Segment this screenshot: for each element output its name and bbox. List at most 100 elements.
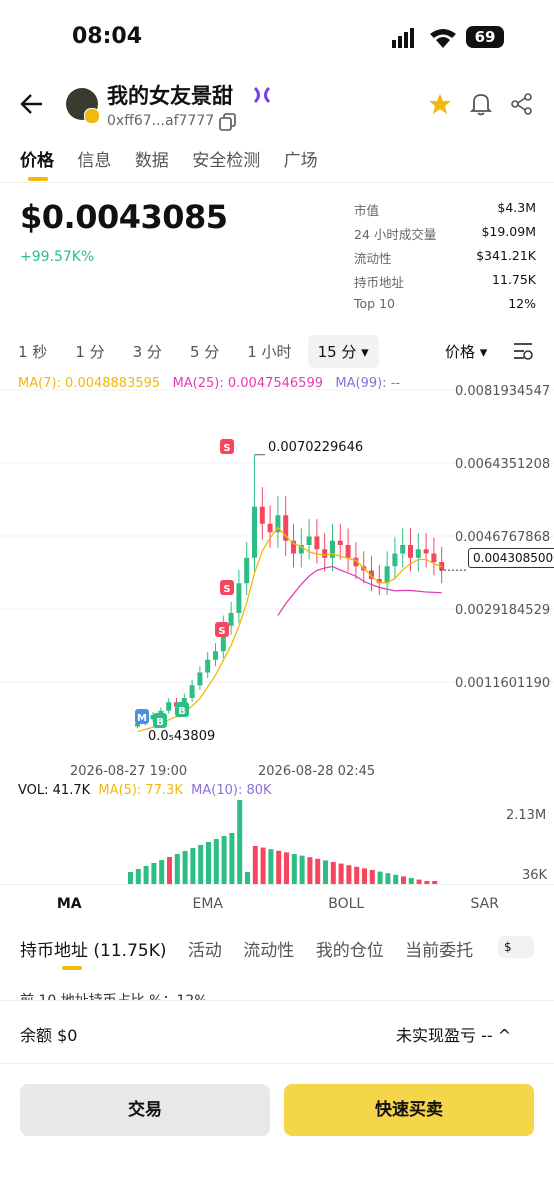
tab-holders[interactable]: 持币地址 (11.75K) (20, 941, 166, 961)
x-axis-label: 2026-08-28 02:45 (258, 764, 376, 779)
chart-mode-dropdown[interactable]: 价格 ▾ (445, 341, 487, 362)
stat-value: $19.09M (481, 224, 536, 239)
price-change: +99.57K% (20, 249, 95, 265)
back-arrow-icon[interactable] (20, 93, 44, 115)
y-axis-label: 0.0081934547 (455, 384, 551, 399)
volume-chart (128, 800, 438, 884)
unrealized-pnl[interactable]: 未实现盈亏 -- ^ (396, 1022, 511, 1046)
volume-bar (393, 874, 399, 884)
favorite-star-icon[interactable] (428, 93, 452, 115)
trade-marker-label: S (223, 443, 230, 454)
volume-bar (190, 848, 196, 884)
tab-price[interactable]: 价格 (20, 151, 54, 171)
candle-body (189, 685, 195, 698)
volume-bar (323, 860, 328, 884)
currency-toggle[interactable]: $ (498, 936, 534, 958)
indicator-ema[interactable]: EMA (139, 896, 278, 912)
bell-icon[interactable] (470, 92, 492, 116)
interval-1h[interactable]: 1 小时 (247, 341, 291, 362)
indicator-ma[interactable]: MA (0, 896, 139, 912)
copy-icon[interactable] (219, 113, 237, 131)
stat-value: 12% (508, 296, 536, 311)
volume-bar (362, 868, 367, 884)
trade-marker-label: M (137, 713, 147, 724)
current-price: $0.0043085 (20, 198, 228, 236)
y-axis-label: 0.0046767868 (455, 530, 551, 545)
volume-bar (291, 854, 297, 884)
volume-bar (299, 855, 305, 884)
holder-tabs: 持币地址 (11.75K) 活动 流动性 我的仓位 当前委托 (20, 936, 489, 961)
volume-bar (276, 850, 282, 884)
volume-bar (128, 872, 133, 884)
tab-activity[interactable]: 活动 (188, 941, 222, 961)
trade-marker-label: B (156, 717, 164, 728)
indicator-sar[interactable]: SAR (416, 896, 554, 912)
interval-1m[interactable]: 1 分 (75, 341, 104, 362)
volume-bar (182, 851, 188, 884)
tab-open-orders[interactable]: 当前委托 (405, 941, 473, 961)
volume-bar (268, 849, 274, 884)
verified-icon (253, 86, 271, 104)
volume-bar (221, 836, 227, 884)
vol-ma10: MA(10): 80K (191, 783, 272, 798)
interval-1s[interactable]: 1 秒 (18, 341, 47, 362)
indicator-boll[interactable]: BOLL (277, 896, 416, 912)
volume-bar (167, 857, 172, 884)
low-price-label: 0.0₅43809 (148, 729, 216, 744)
candle-body (384, 566, 390, 584)
candle-body (244, 557, 250, 584)
stat-row: Top 10 12% (354, 296, 536, 320)
tab-liquidity[interactable]: 流动性 (243, 941, 294, 961)
stat-label: 持币地址 (354, 275, 405, 290)
tab-security[interactable]: 安全检测 (192, 151, 260, 171)
stat-value: $4.3M (497, 200, 536, 215)
vol-ma5: MA(5): 77.3K (98, 783, 183, 798)
volume-bar (135, 869, 141, 884)
candle-body (205, 659, 211, 673)
candle-body (228, 613, 234, 626)
candlestick-chart[interactable]: SSSMBB (0, 372, 554, 782)
volume-bar (151, 863, 157, 884)
volume-bar (198, 845, 204, 884)
share-icon[interactable] (511, 93, 533, 115)
volume-bar (385, 873, 391, 884)
tab-info[interactable]: 信息 (77, 151, 111, 171)
quick-trade-button[interactable]: 快速买卖 (284, 1084, 534, 1136)
volume-bar (237, 800, 243, 884)
interval-3m[interactable]: 3 分 (133, 341, 162, 362)
tab-square[interactable]: 广场 (284, 151, 318, 171)
token-address: 0xff67...af7777 (107, 113, 215, 129)
divider (0, 182, 554, 183)
volume-bar (229, 833, 235, 884)
volume-bar (369, 870, 375, 884)
volume-bar (213, 839, 219, 884)
trade-button[interactable]: 交易 (20, 1084, 270, 1136)
stat-label: 24 小时成交量 (354, 227, 437, 242)
battery-indicator: 69 (466, 26, 504, 48)
chart-settings-icon[interactable] (512, 341, 534, 361)
tab-my-position[interactable]: 我的仓位 (316, 941, 384, 961)
divider (0, 1063, 554, 1064)
stat-row: 流动性 $341.21K (354, 248, 536, 272)
candle-body (306, 536, 312, 545)
candle-body (166, 702, 172, 711)
y-axis-label: 0.0064351208 (455, 457, 551, 472)
interval-selector: 1 秒 1 分 3 分 5 分 1 小时 15 分 ▾ (18, 335, 407, 368)
volume-bar (252, 846, 258, 884)
tab-data[interactable]: 数据 (135, 151, 169, 171)
token-avatar (66, 88, 100, 124)
stat-row: 24 小时成交量 $19.09M (354, 224, 536, 248)
interval-15m[interactable]: 15 分 ▾ (307, 335, 379, 368)
interval-5m[interactable]: 5 分 (190, 341, 219, 362)
token-name: 我的女友景甜 (107, 84, 233, 108)
candle-body (400, 545, 406, 554)
balance: 余额 $0 (20, 1026, 78, 1045)
vol-value: VOL: 41.7K (18, 783, 91, 798)
stat-value: $341.21K (476, 248, 536, 263)
candle-body (392, 553, 398, 567)
main-tabs: 价格 信息 数据 安全检测 广场 (20, 146, 336, 171)
candle-body (423, 549, 429, 554)
volume-bar (330, 862, 336, 884)
candle-body (197, 672, 203, 686)
trade-marker-label: B (178, 706, 186, 717)
